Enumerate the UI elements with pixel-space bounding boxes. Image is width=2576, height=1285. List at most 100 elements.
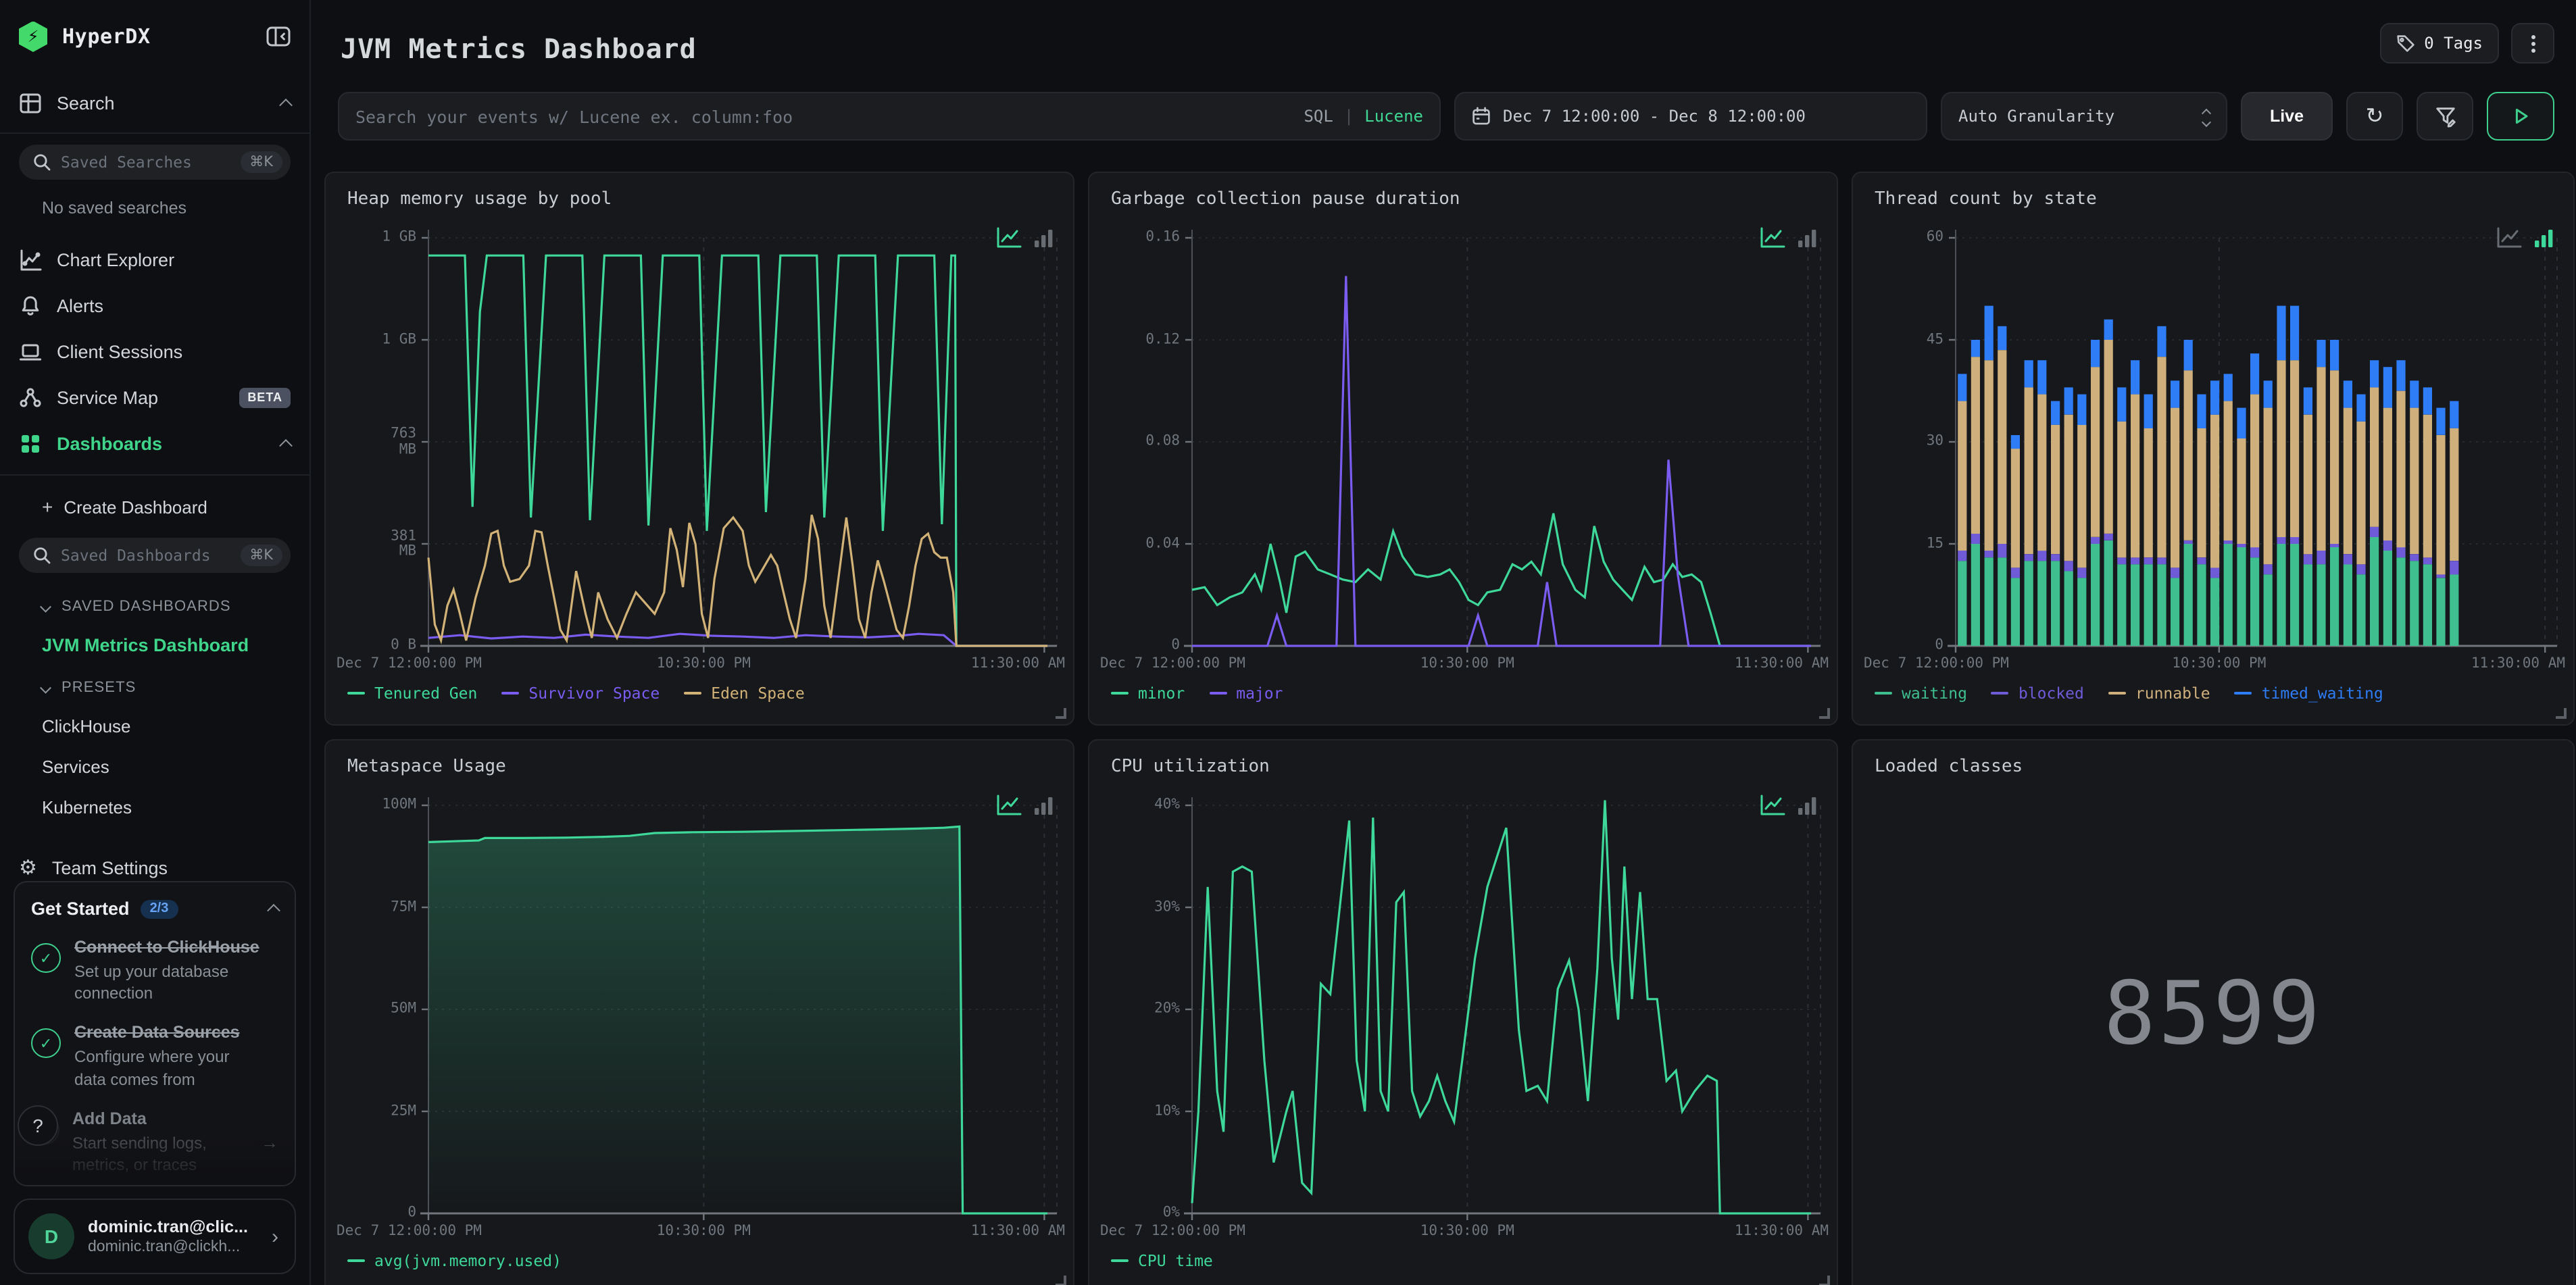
- bar-chart-mode-icon[interactable]: [1034, 228, 1054, 249]
- dashboard-grid: Heap memory usage by pool 1 GB 1 GB 763 MB…: [324, 172, 2575, 1285]
- legend-item[interactable]: major: [1209, 684, 1283, 703]
- legend-item[interactable]: Tenured Gen: [347, 684, 477, 703]
- refresh-button[interactable]: ↻: [2346, 92, 2403, 141]
- sidebar-item-label: Chart Explorer: [57, 249, 175, 270]
- task-add-data[interactable]: Add Data Start sending logs, metrics, or…: [31, 1109, 278, 1176]
- bar-chart-mode-icon[interactable]: [2534, 228, 2554, 249]
- x-axis-label: Dec 7 12:00:00 PM: [1100, 655, 1245, 672]
- legend-label: blocked: [2018, 684, 2084, 703]
- legend-item[interactable]: Eden Space: [684, 684, 805, 703]
- chevron-down-icon: [40, 682, 51, 693]
- saved-dashboards-search[interactable]: ⌘K: [19, 538, 291, 573]
- no-saved-searches-note: No saved searches: [42, 199, 187, 218]
- saved-searches-input[interactable]: [61, 153, 231, 172]
- task-connect-clickhouse[interactable]: ✓ Connect to ClickHouse Set up your data…: [31, 938, 278, 1005]
- filter-button[interactable]: [2417, 92, 2473, 141]
- sidebar-item-chart-explorer[interactable]: Chart Explorer: [0, 236, 309, 282]
- user-menu[interactable]: D dominic.tran@clic... dominic.tran@clic…: [14, 1199, 296, 1274]
- sidebar-item-kubernetes[interactable]: Kubernetes: [0, 786, 309, 827]
- resize-handle[interactable]: [1819, 708, 1830, 719]
- help-button[interactable]: ?: [18, 1105, 58, 1146]
- saved-dashboards-group[interactable]: SAVED DASHBOARDS: [0, 589, 309, 624]
- table-icon: [19, 91, 42, 114]
- panel-loaded-classes: Loaded classes 8599: [1852, 739, 2575, 1285]
- sidebar-item-alerts[interactable]: Alerts: [0, 282, 309, 328]
- y-axis-label: 20%: [1154, 1000, 1180, 1017]
- legend-dash-icon: [2234, 692, 2252, 695]
- resize-handle[interactable]: [1819, 1276, 1830, 1285]
- legend-item[interactable]: CPU time: [1111, 1251, 1213, 1270]
- x-axis-label: 10:30:00 PM: [1420, 1223, 1514, 1239]
- brand-name: HyperDX: [62, 24, 151, 49]
- task-desc: Configure where your data comes from: [74, 1047, 230, 1089]
- legend-item[interactable]: avg(jvm.memory.used): [347, 1251, 562, 1270]
- chevron-up-icon[interactable]: [267, 903, 280, 917]
- tags-label: 0 Tags: [2424, 34, 2483, 53]
- sidebar-item-services[interactable]: Services: [0, 746, 309, 786]
- live-button[interactable]: Live: [2241, 92, 2333, 141]
- sidebar-item-dashboards[interactable]: Dashboards: [0, 420, 309, 466]
- line-chart-mode-icon[interactable]: [1760, 795, 1785, 816]
- check-circle-icon: ✓: [31, 943, 61, 973]
- legend-item[interactable]: blocked: [1991, 684, 2084, 703]
- saved-dashboards-input[interactable]: [61, 546, 231, 565]
- x-axis-label: Dec 7 12:00:00 PM: [1864, 655, 2009, 672]
- sidebar-item-search[interactable]: Search: [0, 81, 309, 124]
- date-range-value: Dec 7 12:00:00 - Dec 8 12:00:00: [1503, 107, 1806, 126]
- legend-item[interactable]: waiting: [1875, 684, 1967, 703]
- bar-chart-mode-icon[interactable]: [1798, 228, 1818, 249]
- legend-item[interactable]: minor: [1111, 684, 1185, 703]
- event-search-input[interactable]: [355, 106, 1291, 126]
- resize-handle[interactable]: [1056, 708, 1066, 719]
- presets-group[interactable]: PRESETS: [0, 670, 309, 705]
- panel-title: Metaspace Usage: [347, 757, 506, 777]
- y-axis-label: 40%: [1154, 796, 1180, 813]
- y-axis-label: 60: [1926, 228, 1943, 245]
- line-chart-mode-icon[interactable]: [1760, 227, 1785, 249]
- beta-badge: BETA: [239, 387, 291, 407]
- x-axis-label: 11:30:00 AM: [1734, 1223, 1829, 1239]
- x-axis-label: 11:30:00 AM: [1734, 655, 1829, 672]
- sidebar-item-label: Client Sessions: [57, 341, 183, 361]
- legend-label: Tenured Gen: [374, 684, 478, 703]
- resize-handle[interactable]: [1056, 1276, 1066, 1285]
- y-axis-label: 1 GB: [382, 228, 416, 245]
- bar-chart-mode-icon[interactable]: [1034, 796, 1054, 816]
- sql-toggle[interactable]: SQL: [1304, 107, 1333, 126]
- y-axis-label: 0.12: [1145, 330, 1180, 347]
- laptop-icon: [19, 340, 42, 363]
- play-icon: [2510, 105, 2531, 127]
- y-axis-label: 45: [1926, 330, 1943, 347]
- collapse-sidebar-icon[interactable]: [266, 26, 291, 47]
- line-chart-mode-icon[interactable]: [2496, 227, 2522, 249]
- run-query-button[interactable]: [2487, 92, 2554, 141]
- event-search[interactable]: SQL | Lucene: [338, 92, 1441, 141]
- more-options-button[interactable]: [2511, 23, 2554, 64]
- brand-row: ⚡ HyperDX: [0, 16, 309, 57]
- date-range-picker[interactable]: Dec 7 12:00:00 - Dec 8 12:00:00: [1454, 92, 1927, 141]
- legend-item[interactable]: Survivor Space: [501, 684, 660, 703]
- line-chart-mode-icon[interactable]: [996, 227, 1022, 249]
- resize-handle[interactable]: [2556, 708, 2567, 719]
- chevron-up-icon: [279, 438, 293, 452]
- sidebar-item-jvm-metrics-dashboard[interactable]: JVM Metrics Dashboard: [0, 624, 309, 665]
- legend-item[interactable]: runnable: [2108, 684, 2210, 703]
- sidebar-item-clickhouse[interactable]: ClickHouse: [0, 705, 309, 746]
- x-axis-label: 10:30:00 PM: [656, 655, 751, 672]
- create-dashboard-button[interactable]: + Create Dashboard: [0, 486, 309, 527]
- sidebar-item-client-sessions[interactable]: Client Sessions: [0, 328, 309, 374]
- sidebar-item-service-map[interactable]: Service Map BETA: [0, 374, 309, 420]
- y-axis-label: 0.04: [1145, 534, 1180, 551]
- saved-searches-search[interactable]: ⌘K: [19, 145, 291, 180]
- granularity-select[interactable]: Auto Granularity: [1941, 92, 2227, 141]
- lucene-toggle[interactable]: Lucene: [1364, 107, 1423, 126]
- legend-label: runnable: [2135, 684, 2210, 703]
- line-chart-mode-icon[interactable]: [996, 795, 1022, 816]
- divider: [0, 474, 309, 476]
- tags-button[interactable]: 0 Tags: [2379, 23, 2499, 64]
- x-axis-label: Dec 7 12:00:00 PM: [337, 655, 482, 672]
- legend-label: timed_waiting: [2261, 684, 2383, 703]
- task-create-data-sources[interactable]: ✓ Create Data Sources Configure where yo…: [31, 1024, 278, 1090]
- legend-item[interactable]: timed_waiting: [2234, 684, 2383, 703]
- bar-chart-mode-icon[interactable]: [1798, 796, 1818, 816]
